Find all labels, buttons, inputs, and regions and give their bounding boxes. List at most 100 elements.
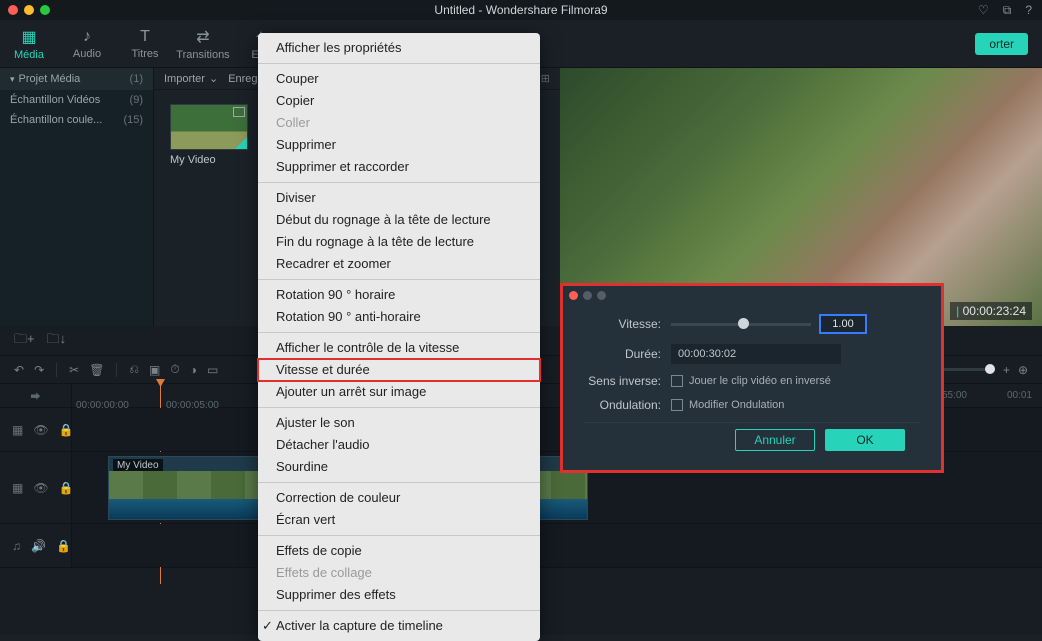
- sidebar-sample-videos[interactable]: Échantillon Vidéos (9): [0, 90, 153, 110]
- zoom-fit-icon[interactable]: ⊕: [1018, 363, 1028, 377]
- cut-icon[interactable]: ✂: [69, 363, 79, 377]
- crop-icon[interactable]: ▣: [149, 363, 160, 377]
- tab-transitions[interactable]: ⇄ Transitions: [174, 20, 232, 68]
- green-screen-icon[interactable]: ▭: [207, 363, 218, 377]
- cm-speed-duration[interactable]: Vitesse et durée: [258, 359, 540, 381]
- volume-icon[interactable]: 🔊: [31, 539, 46, 553]
- sidebar-sample-colors[interactable]: Échantillon coule... (15): [0, 110, 153, 130]
- dialog-maximize-icon: [597, 291, 606, 300]
- cm-detach-audio[interactable]: Détacher l'audio: [258, 434, 540, 456]
- dialog-titlebar: [563, 286, 941, 304]
- redo-icon[interactable]: ↷: [34, 363, 44, 377]
- track-type-icon: ▦: [12, 423, 23, 437]
- cm-delete-effects[interactable]: Supprimer des effets: [258, 584, 540, 606]
- zoom-in-icon[interactable]: +: [1003, 363, 1010, 377]
- sidebar-count: (15): [123, 114, 143, 126]
- dialog-minimize-icon: [583, 291, 592, 300]
- ripple-checkbox[interactable]: [671, 399, 683, 411]
- add-media-icon[interactable]: 🗀↓: [47, 330, 67, 352]
- sidebar-project-media[interactable]: ▾ Projet Média (1): [0, 68, 153, 90]
- track-type-icon: ▦: [12, 481, 23, 495]
- cm-copy[interactable]: Copier: [258, 90, 540, 112]
- chevron-down-icon: ⌄: [209, 72, 218, 85]
- minimize-window-icon[interactable]: [24, 5, 34, 15]
- media-sidebar: ▾ Projet Média (1) Échantillon Vidéos (9…: [0, 68, 154, 326]
- delete-icon[interactable]: 🗑: [89, 363, 104, 377]
- cm-green-screen[interactable]: Écran vert: [258, 509, 540, 531]
- cm-rotate-ccw[interactable]: Rotation 90 ° anti-horaire: [258, 306, 540, 328]
- cm-crop-zoom[interactable]: Recadrer et zoomer: [258, 253, 540, 275]
- cm-rotate-cw[interactable]: Rotation 90 ° horaire: [258, 284, 540, 306]
- cm-properties[interactable]: Afficher les propriétés: [258, 37, 540, 59]
- tab-label: Média: [14, 49, 44, 61]
- maximize-window-icon[interactable]: [40, 5, 50, 15]
- color-icon[interactable]: ◑: [190, 363, 197, 377]
- cm-mute[interactable]: Sourdine: [258, 456, 540, 478]
- cm-freeze-frame[interactable]: Ajouter un arrêt sur image: [258, 381, 540, 403]
- speed-input[interactable]: [819, 314, 867, 334]
- cm-split[interactable]: Diviser: [258, 187, 540, 209]
- cm-trim-start[interactable]: Début du rognage à la tête de lecture: [258, 209, 540, 231]
- speed-slider[interactable]: [671, 323, 811, 326]
- user-icon[interactable]: ♡: [978, 3, 989, 18]
- ruler-head-icon: ⮕: [0, 384, 72, 407]
- tab-media[interactable]: ▦ Média: [0, 20, 58, 68]
- reverse-checkbox[interactable]: [671, 375, 683, 387]
- export-button[interactable]: orter: [975, 33, 1028, 55]
- split-icon[interactable]: ⎌: [129, 362, 139, 377]
- cm-delete-ripple[interactable]: Supprimer et raccorder: [258, 156, 540, 178]
- sidebar-label: Échantillon Vidéos: [10, 94, 100, 106]
- eye-icon[interactable]: 👁: [33, 423, 48, 437]
- tab-label: Audio: [73, 48, 101, 60]
- cm-speed-control[interactable]: Afficher le contrôle de la vitesse: [258, 337, 540, 359]
- import-label: Importer: [164, 73, 205, 85]
- import-dropdown[interactable]: Importer ⌄: [164, 72, 218, 85]
- window-controls: [0, 5, 50, 15]
- dialog-close-icon[interactable]: [569, 291, 578, 300]
- media-thumbnail[interactable]: My Video: [170, 104, 248, 166]
- eye-icon[interactable]: 👁: [33, 481, 48, 495]
- grid-view-icon[interactable]: ⊞: [541, 72, 550, 85]
- sidebar-label: Échantillon coule...: [10, 114, 102, 126]
- ok-button[interactable]: OK: [825, 429, 905, 451]
- cm-copy-effects[interactable]: Effets de copie: [258, 540, 540, 562]
- media-icon: ▦: [21, 27, 36, 47]
- ripple-text: Modifier Ondulation: [689, 399, 784, 411]
- speed-duration-dialog: Vitesse: Durée: Sens inverse: Jouer le c…: [563, 286, 941, 470]
- record-label: Enreg: [228, 73, 257, 85]
- tab-label: Transitions: [176, 49, 229, 61]
- cm-cut[interactable]: Couper: [258, 68, 540, 90]
- cart-icon[interactable]: ⧉: [1003, 3, 1012, 18]
- help-icon[interactable]: ?: [1025, 3, 1032, 18]
- duration-input[interactable]: [671, 344, 841, 364]
- ripple-label: Ondulation:: [583, 398, 671, 412]
- close-window-icon[interactable]: [8, 5, 18, 15]
- thumbnail-label: My Video: [170, 154, 248, 166]
- tab-label: Titres: [131, 48, 158, 60]
- tab-titres[interactable]: T Titres: [116, 20, 174, 68]
- cm-adjust-sound[interactable]: Ajuster le son: [258, 412, 540, 434]
- transitions-icon: ⇄: [196, 27, 209, 47]
- record-dropdown[interactable]: Enreg: [228, 73, 257, 85]
- speed-icon[interactable]: ⏱: [170, 362, 179, 377]
- lock-icon[interactable]: 🔒: [56, 539, 71, 553]
- preview-timecode: | 00:00:23:24: [950, 302, 1032, 320]
- track-body[interactable]: [72, 524, 1042, 567]
- music-icon: ♫: [12, 539, 21, 553]
- undo-icon[interactable]: ↶: [14, 363, 24, 377]
- clip-context-menu: Afficher les propriétés Couper Copier Co…: [258, 33, 540, 641]
- titles-icon: T: [140, 28, 150, 46]
- cm-trim-end[interactable]: Fin du rognage à la tête de lecture: [258, 231, 540, 253]
- cancel-button[interactable]: Annuler: [735, 429, 815, 451]
- window-titlebar: Untitled - Wondershare Filmora9 ♡ ⧉ ?: [0, 0, 1042, 20]
- add-folder-icon[interactable]: 🗀+: [14, 330, 35, 352]
- chevron-down-icon: ▾: [10, 74, 15, 85]
- cm-color-correction[interactable]: Correction de couleur: [258, 487, 540, 509]
- thumbnail-image: [170, 104, 248, 150]
- cm-timeline-snapshot[interactable]: Activer la capture de timeline: [258, 615, 540, 637]
- cm-delete[interactable]: Supprimer: [258, 134, 540, 156]
- speed-label: Vitesse:: [583, 317, 671, 331]
- tab-audio[interactable]: ♪ Audio: [58, 20, 116, 68]
- window-title: Untitled - Wondershare Filmora9: [434, 3, 607, 17]
- audio-icon: ♪: [83, 28, 91, 46]
